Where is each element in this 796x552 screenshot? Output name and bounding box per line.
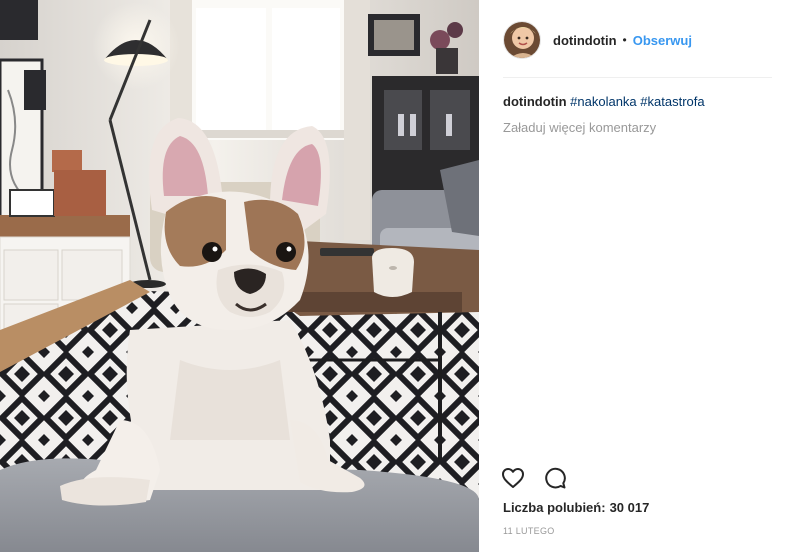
french-bulldog-photo <box>0 0 479 552</box>
heart-outline-icon <box>502 468 524 488</box>
hashtag-link[interactable]: #nakolanka <box>570 94 637 109</box>
comment-button[interactable] <box>541 464 569 492</box>
post-actions <box>499 464 569 492</box>
hashtag-link[interactable]: #katastrofa <box>640 94 704 109</box>
likes-label: Liczba polubień: <box>503 500 606 515</box>
post-photo[interactable] <box>0 0 479 552</box>
post-header: dotindotin • Obserwuj <box>503 18 772 62</box>
instagram-post: dotindotin • Obserwuj dotindotin #nakola… <box>0 0 796 552</box>
likes-number: 30 017 <box>609 500 650 515</box>
load-more-comments-button[interactable]: Załaduj więcej komentarzy <box>503 120 656 135</box>
post-caption: dotindotin #nakolanka #katastrofa <box>503 93 776 111</box>
header-separator: • <box>622 33 627 47</box>
post-date[interactable]: 11 LUTEGO <box>503 526 555 536</box>
header-divider <box>503 77 772 78</box>
avatar-image <box>504 22 540 58</box>
caption-username[interactable]: dotindotin <box>503 94 567 109</box>
likes-count[interactable]: Liczba polubień: 30 017 <box>503 500 649 515</box>
author-avatar[interactable] <box>503 21 541 59</box>
post-side-panel: dotindotin • Obserwuj dotindotin #nakola… <box>479 0 796 552</box>
author-username[interactable]: dotindotin <box>553 33 617 48</box>
like-button[interactable] <box>499 464 527 492</box>
follow-button[interactable]: Obserwuj <box>633 33 692 48</box>
speech-bubble-icon <box>545 467 566 489</box>
